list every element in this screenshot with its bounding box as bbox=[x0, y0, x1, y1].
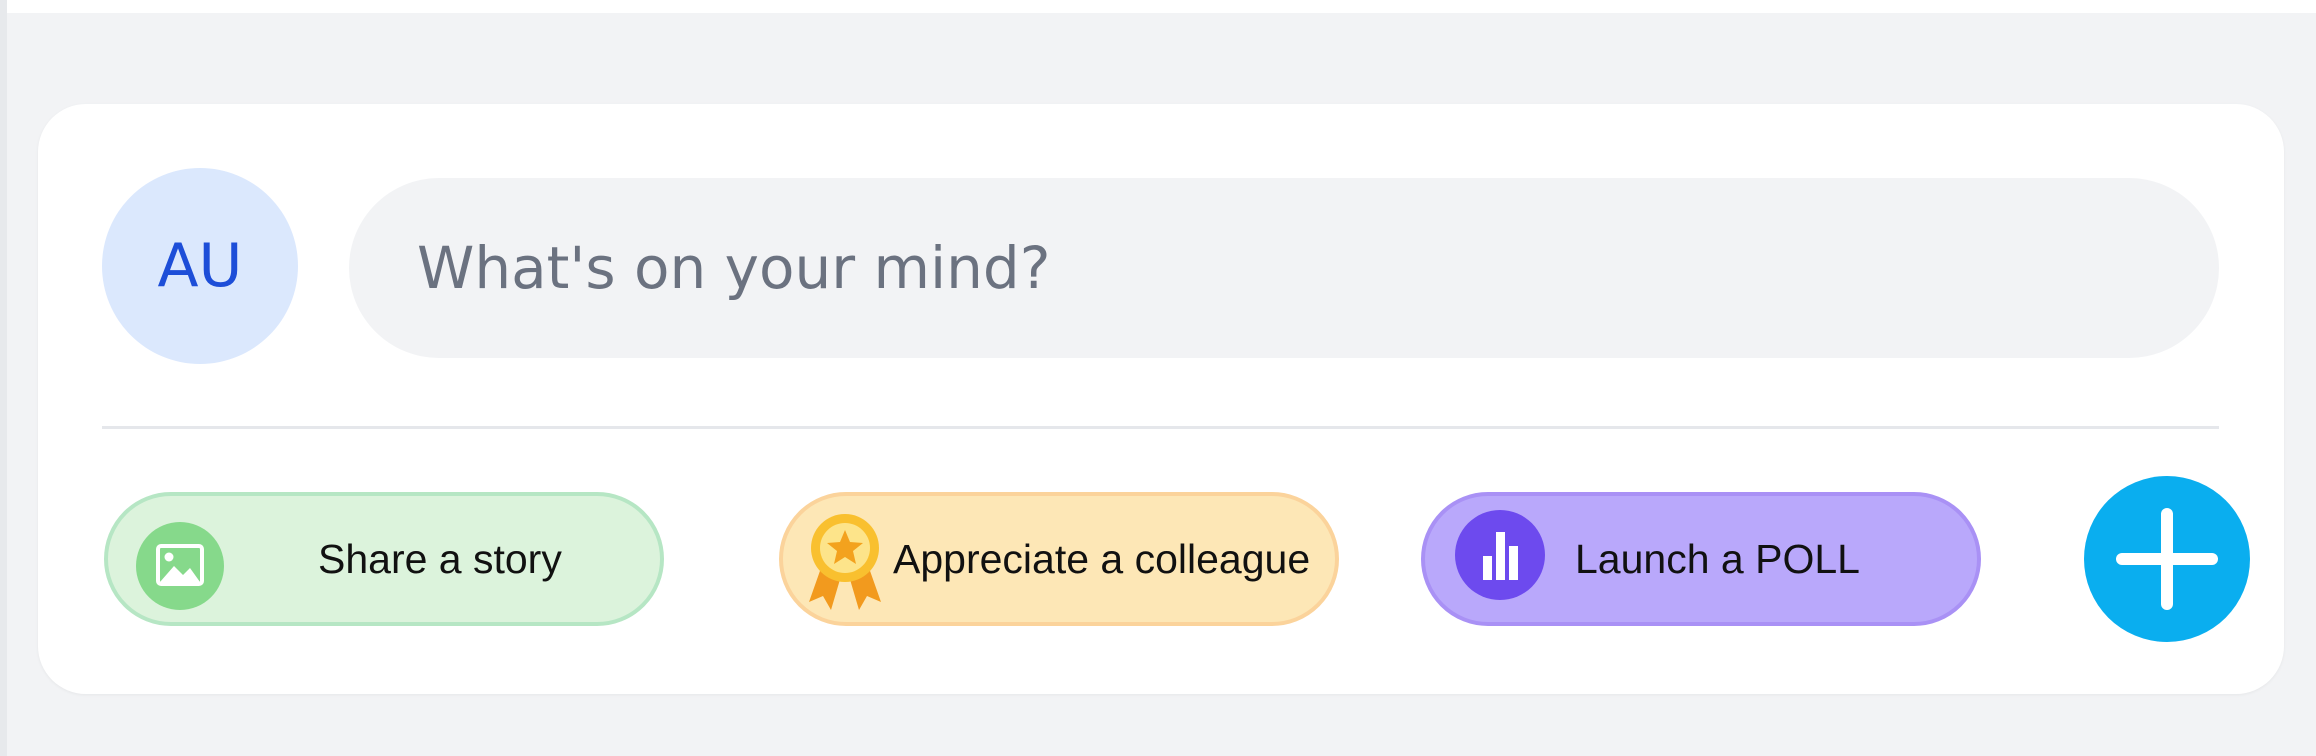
avatar[interactable]: AU bbox=[102, 168, 298, 364]
add-button[interactable] bbox=[2084, 476, 2250, 642]
medal-icon bbox=[805, 510, 885, 616]
top-bar bbox=[7, 0, 2316, 13]
launch-poll-button[interactable]: Launch a POLL bbox=[1421, 492, 1981, 626]
image-icon bbox=[136, 522, 224, 610]
avatar-initials: AU bbox=[157, 231, 243, 301]
post-composer-card: AU What's on your mind? Share a story Ap… bbox=[38, 104, 2284, 694]
share-story-label: Share a story bbox=[318, 535, 562, 582]
post-input-placeholder: What's on your mind? bbox=[417, 234, 1051, 302]
share-story-button[interactable]: Share a story bbox=[104, 492, 664, 626]
bar-chart-icon bbox=[1455, 510, 1545, 600]
launch-poll-label: Launch a POLL bbox=[1575, 535, 1860, 582]
appreciate-colleague-label: Appreciate a colleague bbox=[893, 535, 1311, 582]
post-input[interactable]: What's on your mind? bbox=[349, 178, 2219, 358]
appreciate-colleague-button[interactable]: Appreciate a colleague bbox=[779, 492, 1339, 626]
plus-icon bbox=[2116, 508, 2218, 610]
divider bbox=[102, 426, 2219, 429]
left-edge bbox=[0, 0, 7, 756]
